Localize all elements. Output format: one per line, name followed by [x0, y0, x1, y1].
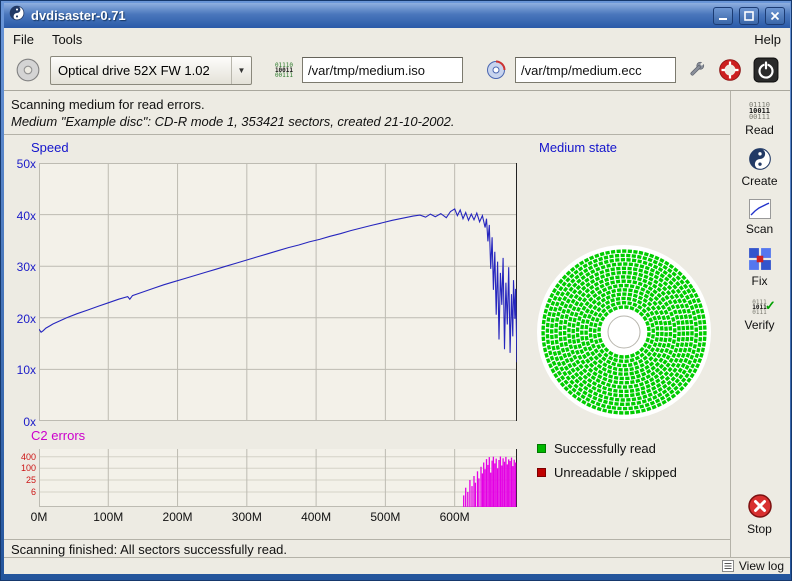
- verify-button-label: Verify: [744, 318, 774, 332]
- close-icon: [770, 11, 780, 21]
- x-axis-tick: 200M: [163, 510, 193, 524]
- window-title: dvdisaster-0.71: [31, 8, 707, 23]
- c2-y-axis: 400100 25 6: [2, 449, 36, 507]
- log-list-icon: [722, 560, 734, 572]
- speed-y-tick: 30x: [2, 260, 36, 274]
- c2-y-tick: 25: [2, 475, 36, 485]
- power-icon: [753, 57, 779, 83]
- drive-button[interactable]: [12, 54, 44, 86]
- bottombar: View log: [4, 558, 790, 574]
- drive-select-value: Optical drive 52X FW 1.02: [51, 63, 231, 78]
- status-line-1: Scanning medium for read errors.: [11, 97, 205, 112]
- titlebar: dvdisaster-0.71: [4, 3, 790, 28]
- create-button-label: Create: [741, 174, 777, 188]
- c2-y-tick: 100: [2, 463, 36, 473]
- c2-y-tick: 400: [2, 452, 36, 462]
- iso-file-button[interactable]: 01110 10011 00111: [272, 60, 296, 81]
- x-axis-tick: 500M: [370, 510, 400, 524]
- ecc-file-button[interactable]: [483, 57, 509, 83]
- speed-y-axis: 50x40x30x20x10x0x: [2, 163, 36, 421]
- footer-separator: [4, 539, 731, 540]
- minimize-button[interactable]: [713, 7, 733, 25]
- scan-chart-icon: [748, 199, 772, 219]
- read-button-label: Read: [745, 123, 774, 137]
- yin-yang-icon: [748, 147, 772, 171]
- stop-icon: [747, 493, 773, 519]
- x-axis-tick: 100M: [93, 510, 123, 524]
- stop-button[interactable]: Stop: [733, 489, 786, 539]
- maximize-button[interactable]: [739, 7, 759, 25]
- wrench-icon: [685, 59, 707, 81]
- footer-status-text: Scanning finished: All sectors successfu…: [11, 542, 287, 557]
- drive-select[interactable]: Optical drive 52X FW 1.02 ▼: [50, 56, 252, 85]
- menu-tools[interactable]: Tools: [43, 29, 91, 50]
- x-axis-tick: 300M: [232, 510, 262, 524]
- logo-button[interactable]: [716, 56, 744, 84]
- toolbar: Optical drive 52X FW 1.02 ▼ 01110 10011 …: [4, 50, 790, 91]
- speed-chart: [39, 163, 517, 421]
- x-axis: 0M100M200M300M400M500M600M: [39, 510, 517, 525]
- fix-icon: [748, 247, 772, 271]
- sidebar-separator: [730, 91, 731, 557]
- fix-button[interactable]: Fix: [733, 243, 786, 291]
- view-log-label: View log: [739, 559, 784, 573]
- quit-button[interactable]: [750, 54, 782, 86]
- menu-help[interactable]: Help: [745, 29, 790, 50]
- cd-drive-icon: [15, 57, 41, 83]
- medium-state-legend: Successfully read Unreadable / skipped: [537, 441, 677, 489]
- legend-ok-swatch: [537, 444, 546, 453]
- legend-bad-swatch: [537, 468, 546, 477]
- ecc-file-icon: [486, 60, 506, 80]
- stop-button-label: Stop: [747, 522, 772, 536]
- read-icon: 01110 10011 00111: [749, 102, 770, 120]
- maximize-icon: [744, 11, 754, 21]
- x-axis-tick: 600M: [440, 510, 470, 524]
- scan-button-label: Scan: [746, 222, 773, 236]
- speed-y-tick: 10x: [2, 363, 36, 377]
- speed-y-tick: 0x: [2, 415, 36, 429]
- ecc-path-input[interactable]: [515, 57, 676, 83]
- speed-label: Speed: [31, 140, 69, 155]
- speed-y-tick: 50x: [2, 157, 36, 171]
- c2-y-tick: 6: [2, 487, 36, 497]
- x-axis-tick: 0M: [31, 510, 48, 524]
- legend-ok-label: Successfully read: [554, 441, 656, 456]
- scan-button[interactable]: Scan: [733, 195, 786, 239]
- legend-item-success: Successfully read: [537, 441, 677, 456]
- x-axis-tick: 400M: [301, 510, 331, 524]
- fix-button-label: Fix: [752, 274, 768, 288]
- c2-errors-label: C2 errors: [31, 428, 85, 443]
- iso-file-icon: 01110 10011 00111: [275, 63, 293, 78]
- status-separator: [4, 134, 731, 135]
- chevron-down-icon: ▼: [231, 57, 251, 84]
- speed-y-tick: 20x: [2, 312, 36, 326]
- verify-button[interactable]: 0111 1011 0111 ✓ Verify: [733, 293, 786, 339]
- view-log-button[interactable]: View log: [722, 559, 784, 573]
- preferences-button[interactable]: [682, 56, 710, 84]
- legend-item-unreadable: Unreadable / skipped: [537, 465, 677, 480]
- iso-path-input[interactable]: [302, 57, 463, 83]
- read-button[interactable]: 01110 10011 00111 Read: [733, 97, 786, 141]
- close-button[interactable]: [765, 7, 785, 25]
- lifesaver-logo-icon: [719, 59, 741, 81]
- create-button[interactable]: Create: [733, 143, 786, 191]
- disc-visualization: [533, 241, 715, 423]
- menubar: File Tools Help: [4, 28, 790, 50]
- status-line-2: Medium "Example disc": CD-R mode 1, 3534…: [11, 114, 455, 129]
- app-window: dvdisaster-0.71 File Tools Help Optical …: [0, 0, 792, 581]
- legend-bad-label: Unreadable / skipped: [554, 465, 677, 480]
- medium-state-label: Medium state: [539, 140, 617, 155]
- verify-icon: 0111 1011 0111 ✓: [752, 300, 766, 315]
- check-icon: ✓: [765, 298, 776, 314]
- menu-file[interactable]: File: [4, 29, 43, 50]
- app-icon: [9, 5, 25, 26]
- c2-errors-chart: [39, 449, 517, 507]
- minimize-icon: [718, 11, 728, 21]
- speed-y-tick: 40x: [2, 209, 36, 223]
